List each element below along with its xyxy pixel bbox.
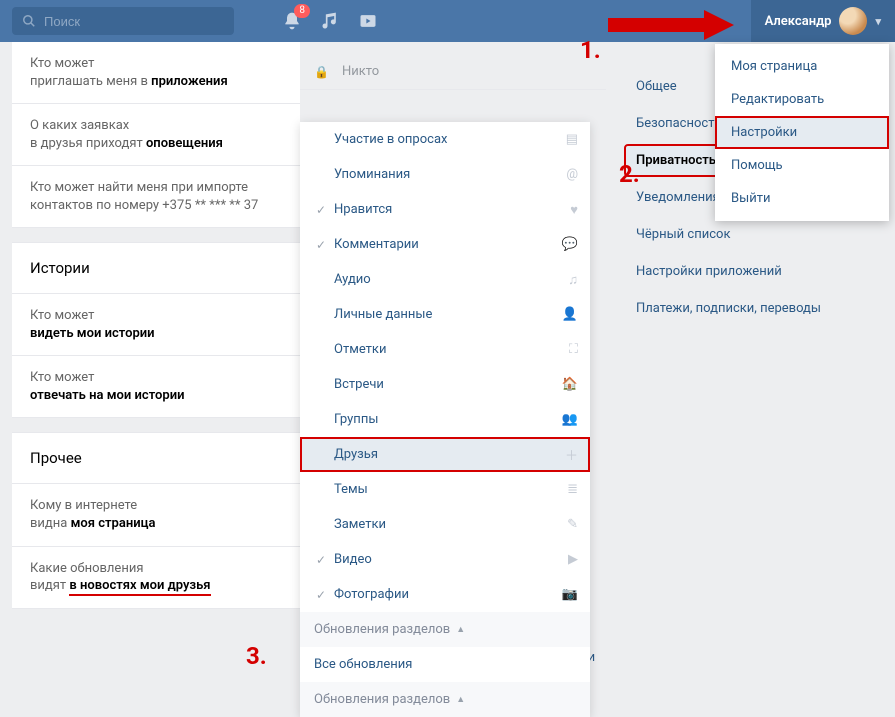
profile-dropdown: Моя страница Редактировать Настройки Пом… (715, 44, 889, 221)
dd-item-comments[interactable]: ✓Комментарии💬 (300, 227, 590, 262)
lock-icon: 🔒 (314, 65, 329, 79)
profile-dd-logout[interactable]: Выйти (715, 182, 889, 215)
step-3-label: 3. (246, 642, 267, 670)
updates-dropdown[interactable]: Участие в опросах▤ Упоминания@ ✓Нравится… (300, 122, 590, 717)
privacy-value-nobody: 🔒 Никто (300, 52, 606, 90)
profile-name: Александр (765, 14, 832, 29)
dd-item-photos[interactable]: ✓Фотографии📷 (300, 577, 590, 612)
profile-dd-my-page[interactable]: Моя страница (715, 50, 889, 83)
setting-row-reply-stories[interactable]: Кто можетотвечать на мои истории (12, 355, 300, 417)
updates-dropdown-column: 🔒 Никто Участие в опросах▤ Упоминания@ ✓… (300, 42, 606, 609)
search-box[interactable] (12, 7, 234, 35)
avatar (839, 7, 867, 35)
top-bar: 8 Александр ▾ Моя страница Редактировать… (0, 0, 895, 42)
dd-item-groups[interactable]: Группы👥 (300, 402, 590, 437)
music-icon: ♫ (568, 272, 578, 288)
setting-row-apps[interactable]: Кто может приглашать меня в приложения (12, 42, 300, 103)
note-icon: ✎ (567, 517, 578, 532)
dd-item-likes[interactable]: ✓Нравится♥ (300, 192, 590, 227)
dd-footer-sections-a[interactable]: Обновления разделов ▲ (300, 612, 590, 647)
comment-icon: 💬 (562, 237, 578, 252)
dd-item-mentions[interactable]: Упоминания@ (300, 157, 590, 192)
dd-footer-all[interactable]: Все обновления (300, 647, 590, 682)
dd-item-tags[interactable]: Отметки⛶ (300, 332, 590, 367)
profile-dd-edit[interactable]: Редактировать (715, 83, 889, 116)
notifications-button[interactable]: 8 (282, 11, 302, 31)
arrow-annotation (608, 10, 734, 40)
list-icon: ≣ (567, 482, 578, 497)
step-2-label: 2. (619, 160, 640, 188)
setting-row-page-visibility[interactable]: Кому в интернете видна моя страница (12, 483, 300, 545)
plus-icon: ＋ (565, 445, 578, 464)
at-icon: @ (566, 167, 578, 182)
dd-item-friends[interactable]: Друзья＋ (300, 437, 590, 472)
search-icon (22, 14, 36, 28)
heart-icon: ♥ (570, 202, 578, 218)
play-icon: ▶ (568, 552, 578, 567)
setting-row-updates[interactable]: Какие обновления видят в новостях мои др… (12, 546, 300, 608)
settings-list: Кто может приглашать меня в приложения О… (0, 42, 300, 609)
search-input[interactable] (44, 14, 224, 29)
music-button[interactable] (320, 11, 340, 31)
group-icon: 👥 (562, 412, 578, 427)
setting-row-friend-requests[interactable]: О каких заявках в друзья приходят оповещ… (12, 103, 300, 165)
notification-badge: 8 (294, 4, 310, 18)
top-bar-icons: 8 (282, 11, 378, 31)
dd-item-topics[interactable]: Темы≣ (300, 472, 590, 507)
chevron-up-icon: ▲ (456, 624, 465, 635)
nav-payments[interactable]: Платежи, подписки, переводы (624, 292, 864, 325)
bars-icon: ▤ (566, 132, 578, 147)
setting-row-contacts-import[interactable]: Кто может найти меня при импорте контакт… (12, 165, 300, 227)
setting-row-see-stories[interactable]: Кто можетвидеть мои истории (12, 293, 300, 355)
dd-footer-sections-b[interactable]: Обновления разделов ▲ (300, 682, 590, 717)
dd-item-personal[interactable]: Личные данные👤 (300, 297, 590, 332)
profile-dd-help[interactable]: Помощь (715, 149, 889, 182)
nav-blacklist[interactable]: Чёрный список (624, 218, 864, 251)
building-icon: 🏠 (562, 377, 578, 392)
nav-app-settings[interactable]: Настройки приложений (624, 255, 864, 288)
dd-item-events[interactable]: Встречи🏠 (300, 367, 590, 402)
dd-item-notes[interactable]: Заметки✎ (300, 507, 590, 542)
step-1-label: 1. (580, 36, 601, 64)
profile-dd-settings[interactable]: Настройки (715, 116, 889, 149)
section-other-header: Прочее (12, 433, 300, 483)
expand-icon: ⛶ (569, 342, 578, 357)
dd-item-polls[interactable]: Участие в опросах▤ (300, 122, 590, 157)
dd-item-video[interactable]: ✓Видео▶ (300, 542, 590, 577)
person-icon: 👤 (562, 307, 578, 322)
profile-menu-toggle[interactable]: Александр ▾ (751, 0, 895, 42)
section-stories-header: Истории (12, 243, 300, 293)
chevron-up-icon: ▲ (456, 694, 465, 705)
camera-icon: 📷 (562, 587, 578, 602)
dd-item-audio[interactable]: Аудио♫ (300, 262, 590, 297)
video-button[interactable] (358, 11, 378, 31)
chevron-down-icon: ▾ (875, 15, 881, 28)
